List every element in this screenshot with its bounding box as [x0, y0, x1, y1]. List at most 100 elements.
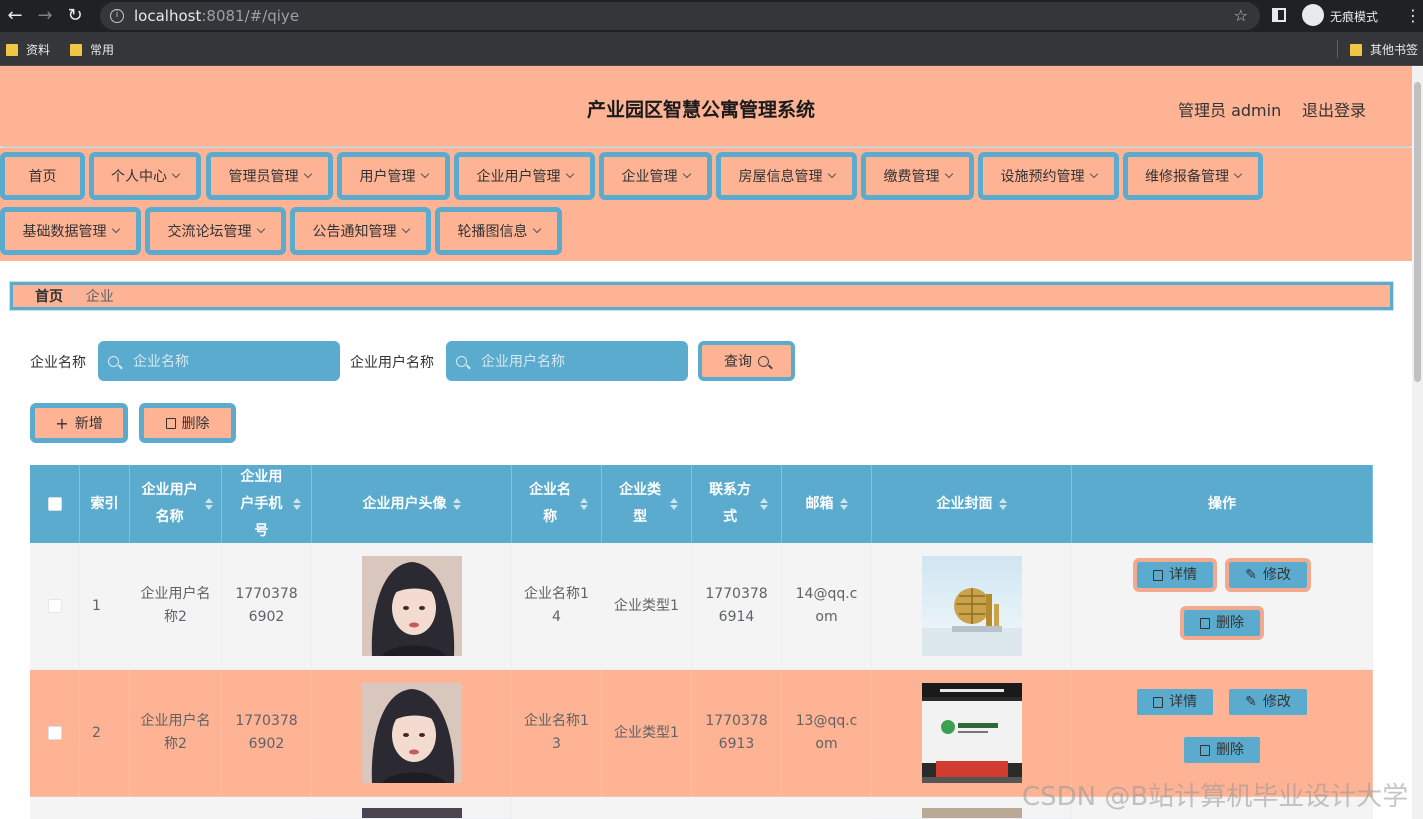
bookmark-folder[interactable]: 常用	[70, 41, 114, 58]
incognito-icon[interactable]	[1302, 4, 1324, 26]
menu-item-housing[interactable]: 房屋信息管理	[716, 152, 857, 200]
menu-label: 房屋信息管理	[738, 169, 823, 185]
company-cover-image[interactable]	[921, 556, 1022, 656]
menu-item-repairs[interactable]: 维修报备管理	[1123, 152, 1263, 200]
header-operations: 操作	[1072, 465, 1373, 543]
header-cover[interactable]: 企业封面	[872, 465, 1072, 543]
edit-button[interactable]: ✎ 修改	[1225, 685, 1311, 719]
user-avatar-image[interactable]	[361, 808, 462, 818]
delete-label: 删除	[1216, 614, 1244, 631]
folder-icon	[1350, 43, 1362, 56]
user-avatar-image[interactable]	[361, 683, 462, 783]
chevron-down-icon	[256, 224, 265, 234]
edit-label: 修改	[1262, 566, 1291, 583]
company-name-input[interactable]: 企业名称	[98, 341, 340, 381]
select-all-checkbox[interactable]	[47, 497, 62, 511]
query-button[interactable]: 查询	[698, 341, 795, 381]
menu-item-payments[interactable]: 缴费管理	[861, 152, 974, 200]
sort-icon[interactable]	[998, 498, 1007, 510]
url-host: localhost	[134, 7, 202, 25]
delete-button[interactable]: 删除	[1180, 606, 1264, 640]
menu-label: 交流论坛管理	[167, 224, 252, 240]
company-cover-image[interactable]	[921, 683, 1022, 783]
menu-label: 设施预约管理	[1000, 169, 1085, 185]
app-header: 产业园区智慧公寓管理系统 管理员 admin 退出登录	[0, 66, 1412, 146]
side-panel-icon[interactable]	[1272, 8, 1286, 22]
cell-email: 13@qq.com	[782, 670, 872, 797]
bookmark-label: 资料	[26, 43, 51, 57]
select-all-cell	[30, 465, 80, 543]
chevron-down-icon	[827, 169, 836, 179]
add-button[interactable]: + 新增	[30, 403, 128, 443]
breadcrumb: 首页 / 企业	[10, 282, 1393, 310]
header-label: 索引	[90, 495, 119, 512]
menu-item-notices[interactable]: 公告通知管理	[290, 207, 431, 255]
header-user-avatar[interactable]: 企业用户头像	[312, 465, 512, 543]
info-icon[interactable]: i	[110, 9, 124, 23]
header-email[interactable]: 邮箱	[782, 465, 872, 543]
cell-text: 企业用户名称2	[140, 586, 211, 625]
chevron-down-icon	[1233, 169, 1243, 179]
breadcrumb-home[interactable]: 首页	[35, 286, 63, 306]
menu-item-admin[interactable]: 管理员管理	[206, 152, 333, 200]
sort-icon[interactable]	[452, 498, 461, 510]
menu-item-home[interactable]: 首页	[0, 152, 85, 200]
cell-text: 17703786902	[235, 586, 298, 625]
scrollbar-thumb[interactable]	[1414, 82, 1421, 382]
bookmarks-bar: 资料 常用 其他书签	[0, 32, 1423, 66]
company-name-placeholder: 企业名称	[133, 354, 189, 370]
header-contact[interactable]: 联系方式	[692, 465, 782, 543]
cell-index: 2	[80, 670, 130, 797]
user-avatar-image[interactable]	[361, 556, 462, 656]
menu-label: 基础数据管理	[22, 224, 107, 240]
header-user-phone[interactable]: 企业用户手机号	[222, 465, 312, 543]
sort-icon[interactable]	[292, 498, 302, 510]
sort-icon[interactable]	[205, 498, 213, 510]
menu-item-users[interactable]: 用户管理	[337, 152, 450, 200]
row-checkbox[interactable]	[47, 599, 62, 613]
batch-delete-button[interactable]: 删除	[139, 403, 236, 443]
chevron-down-icon	[944, 169, 953, 179]
menu-item-base-data[interactable]: 基础数据管理	[0, 207, 141, 255]
edit-label: 修改	[1262, 693, 1291, 710]
back-icon[interactable]: ←	[0, 0, 30, 32]
reload-icon[interactable]: ↻	[60, 0, 90, 32]
menu-item-company-users[interactable]: 企业用户管理	[454, 152, 595, 200]
cell-cover	[872, 543, 1072, 670]
menu-item-facility-booking[interactable]: 设施预约管理	[978, 152, 1119, 200]
edit-button[interactable]: ✎ 修改	[1225, 558, 1311, 592]
chevron-down-icon	[565, 169, 574, 179]
query-label: 查询	[724, 354, 752, 370]
incognito-label: 无痕模式	[1330, 10, 1379, 24]
bookmark-folder[interactable]: 资料	[6, 41, 50, 58]
watermark: CSDN @B站计算机毕业设计大学	[1022, 782, 1409, 812]
company-user-input[interactable]: 企业用户名称	[446, 341, 688, 381]
detail-button[interactable]: 详情	[1133, 685, 1217, 719]
sort-icon[interactable]	[670, 498, 678, 510]
other-bookmarks[interactable]: 其他书签	[1350, 41, 1418, 58]
page-scrollbar[interactable]	[1412, 66, 1423, 819]
sort-icon[interactable]	[580, 498, 588, 510]
company-cover-image[interactable]	[921, 808, 1022, 818]
bookmark-star-icon[interactable]: ☆	[1234, 6, 1248, 25]
browser-menu-icon[interactable]: ⋮	[1405, 6, 1421, 25]
delete-label: 删除	[1216, 741, 1244, 758]
table-header: 索引 企业用户名称 企业用户手机号 企业用户头像 企业名称 企业类型 联系方式 …	[30, 465, 1373, 543]
header-company-type[interactable]: 企业类型	[602, 465, 692, 543]
header-company-name[interactable]: 企业名称	[512, 465, 602, 543]
menu-item-companies[interactable]: 企业管理	[599, 152, 712, 200]
sort-icon[interactable]	[760, 498, 768, 510]
delete-button[interactable]: 删除	[1180, 733, 1264, 767]
menu-item-forum[interactable]: 交流论坛管理	[145, 207, 286, 255]
address-bar[interactable]: i localhost:8081/#/qiye ☆	[100, 2, 1260, 30]
menu-item-carousel[interactable]: 轮播图信息	[435, 207, 562, 255]
menu-item-personal[interactable]: 个人中心	[89, 152, 201, 200]
logout-link[interactable]: 退出登录	[1302, 97, 1366, 121]
forward-icon[interactable]: →	[30, 0, 60, 32]
cell-user-name: 企业用户名称2	[130, 670, 222, 797]
row-checkbox[interactable]	[47, 726, 62, 740]
header-user-name[interactable]: 企业用户名称	[130, 465, 222, 543]
sort-icon[interactable]	[839, 498, 848, 510]
detail-button[interactable]: 详情	[1133, 558, 1218, 592]
cell-text: 企业类型1	[614, 724, 679, 741]
